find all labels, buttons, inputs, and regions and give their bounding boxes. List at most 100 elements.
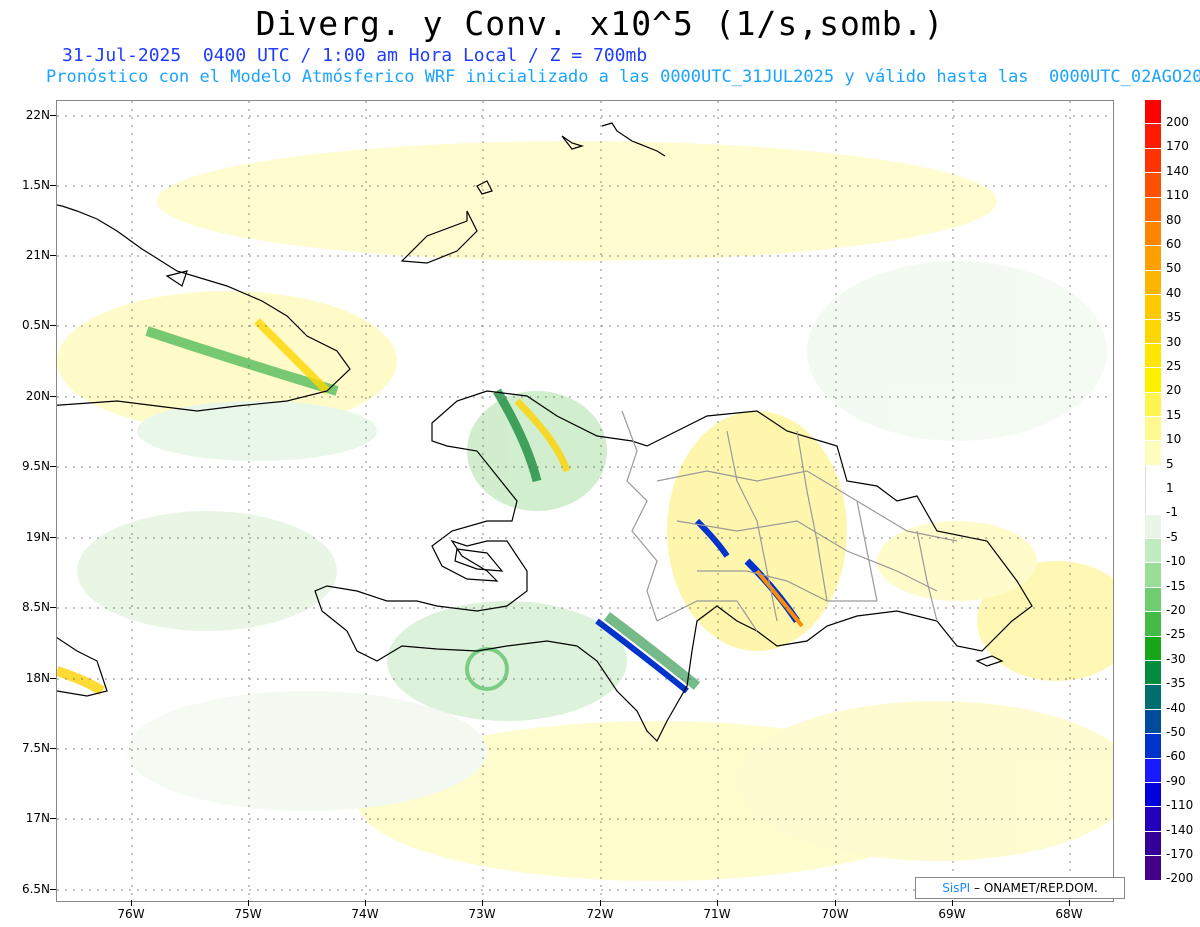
colorbar-cell	[1145, 124, 1161, 149]
colorbar-label: -90	[1166, 773, 1186, 788]
lat-tick	[50, 115, 56, 116]
lon-label-75w: 75W	[234, 907, 262, 921]
colorbar-label: 200	[1166, 115, 1189, 129]
colorbar-cell	[1145, 417, 1161, 442]
colorbar-cell	[1145, 758, 1161, 783]
lon-tick	[365, 900, 366, 906]
colorbar-cell	[1145, 148, 1161, 174]
colorbar-label: -170	[1166, 847, 1194, 861]
colorbar-cell	[1145, 343, 1161, 369]
colorbar-cell	[1145, 856, 1161, 881]
colorbar-cell	[1145, 392, 1161, 418]
colorbar-cell	[1145, 636, 1161, 661]
subtitle-time: 31-Jul-2025 0400 UTC / 1:00 am Hora Loca…	[62, 45, 648, 66]
lon-tick	[1069, 900, 1070, 906]
lat-label-17-5n: 7.5N	[21, 741, 50, 755]
lon-label-74w: 74W	[351, 907, 379, 921]
colorbar-label: 110	[1166, 188, 1189, 203]
colorbar-cell	[1145, 490, 1161, 515]
colorbar-cell	[1145, 539, 1161, 564]
colorbar-label: 25	[1166, 359, 1182, 373]
colorbar-cell	[1145, 319, 1161, 344]
colorbar-cell	[1145, 709, 1161, 735]
lon-label-70w: 70W	[821, 907, 849, 921]
colorbar-label: -40	[1166, 700, 1186, 715]
lat-tick	[50, 607, 56, 608]
colorbar-label: 35	[1166, 310, 1182, 325]
colorbar-label: -200	[1166, 871, 1194, 886]
field-shading	[57, 141, 1113, 881]
lat-tick	[50, 678, 56, 679]
lat-label-20-5n: 0.5N	[21, 318, 50, 332]
colorbar-label: -1	[1166, 505, 1178, 520]
colorbar-label: -25	[1166, 627, 1186, 642]
lat-label-17n: 17N	[25, 811, 50, 825]
colorbar-cell	[1145, 465, 1161, 491]
colorbar-cell	[1145, 612, 1161, 637]
lat-label-21-5n: 1.5N	[21, 178, 50, 192]
colorbar-label: 40	[1166, 285, 1182, 300]
lat-label-16-5n: 6.5N	[21, 882, 50, 896]
colorbar-label: 170	[1166, 139, 1189, 154]
lat-label-18-5n: 8.5N	[21, 600, 50, 614]
colorbar-label: 15	[1166, 407, 1182, 422]
lon-tick	[131, 900, 132, 906]
lat-label-22n: 22N	[25, 108, 50, 122]
colorbar-cell	[1145, 587, 1161, 613]
colorbar-cell	[1145, 831, 1161, 857]
lat-tick	[50, 185, 56, 186]
colorbar-label: 60	[1166, 237, 1182, 251]
lat-tick	[50, 255, 56, 256]
lon-label-68w: 68W	[1055, 907, 1083, 921]
colorbar-cell	[1145, 441, 1161, 466]
lon-tick	[600, 900, 601, 906]
colorbar-cell	[1145, 197, 1161, 222]
colorbar-cell	[1145, 221, 1161, 247]
lat-label-20n: 20N	[25, 389, 50, 403]
credit-box: SisPI – ONAMET/REP.DOM.	[915, 877, 1125, 899]
colorbar-label: -50	[1166, 725, 1186, 739]
colorbar-label: -5	[1166, 529, 1178, 544]
colorbar-label: -110	[1166, 798, 1194, 813]
colorbar-label: -60	[1166, 749, 1186, 764]
colorbar-cell	[1145, 173, 1161, 198]
colorbar-cell	[1145, 660, 1161, 686]
lat-label-18n: 18N	[25, 671, 50, 685]
colorbar-label: 5	[1166, 456, 1174, 471]
colorbar-cell	[1145, 685, 1161, 710]
lon-tick	[835, 900, 836, 906]
colorbar-cell	[1145, 782, 1161, 808]
lon-tick	[482, 900, 483, 906]
map-svg	[57, 101, 1113, 901]
colorbar-label: 1	[1166, 481, 1174, 495]
colorbar-cell	[1145, 270, 1161, 296]
colorbar-label: -30	[1166, 651, 1186, 666]
colorbar	[1145, 100, 1161, 881]
lon-tick	[717, 900, 718, 906]
brand-logo-text: SisPI	[942, 881, 971, 895]
lon-label-72w: 72W	[586, 907, 614, 921]
colorbar-cell	[1145, 295, 1161, 320]
lon-label-73w: 73W	[468, 907, 496, 921]
colorbar-label: -10	[1166, 554, 1186, 569]
colorbar-label: 30	[1166, 334, 1182, 349]
lat-tick	[50, 325, 56, 326]
colorbar-label: -35	[1166, 676, 1186, 691]
lat-label-21n: 21N	[25, 248, 50, 262]
lat-label-19-5n: 9.5N	[21, 459, 50, 473]
chart-title: Diverg. y Conv. x10^5 (1/s,somb.)	[255, 4, 945, 43]
lon-label-71w: 71W	[703, 907, 731, 921]
colorbar-cell	[1145, 807, 1161, 832]
lat-tick	[50, 748, 56, 749]
lon-tick	[248, 900, 249, 906]
lat-tick	[50, 396, 56, 397]
map-area	[56, 100, 1114, 902]
credit-text: – ONAMET/REP.DOM.	[974, 881, 1098, 895]
colorbar-cell	[1145, 100, 1161, 125]
lat-tick	[50, 537, 56, 538]
colorbar-cell	[1145, 246, 1161, 271]
colorbar-label: -20	[1166, 603, 1186, 617]
colorbar-cell	[1145, 563, 1161, 588]
lon-label-69w: 69W	[938, 907, 966, 921]
colorbar-label: -15	[1166, 578, 1186, 593]
